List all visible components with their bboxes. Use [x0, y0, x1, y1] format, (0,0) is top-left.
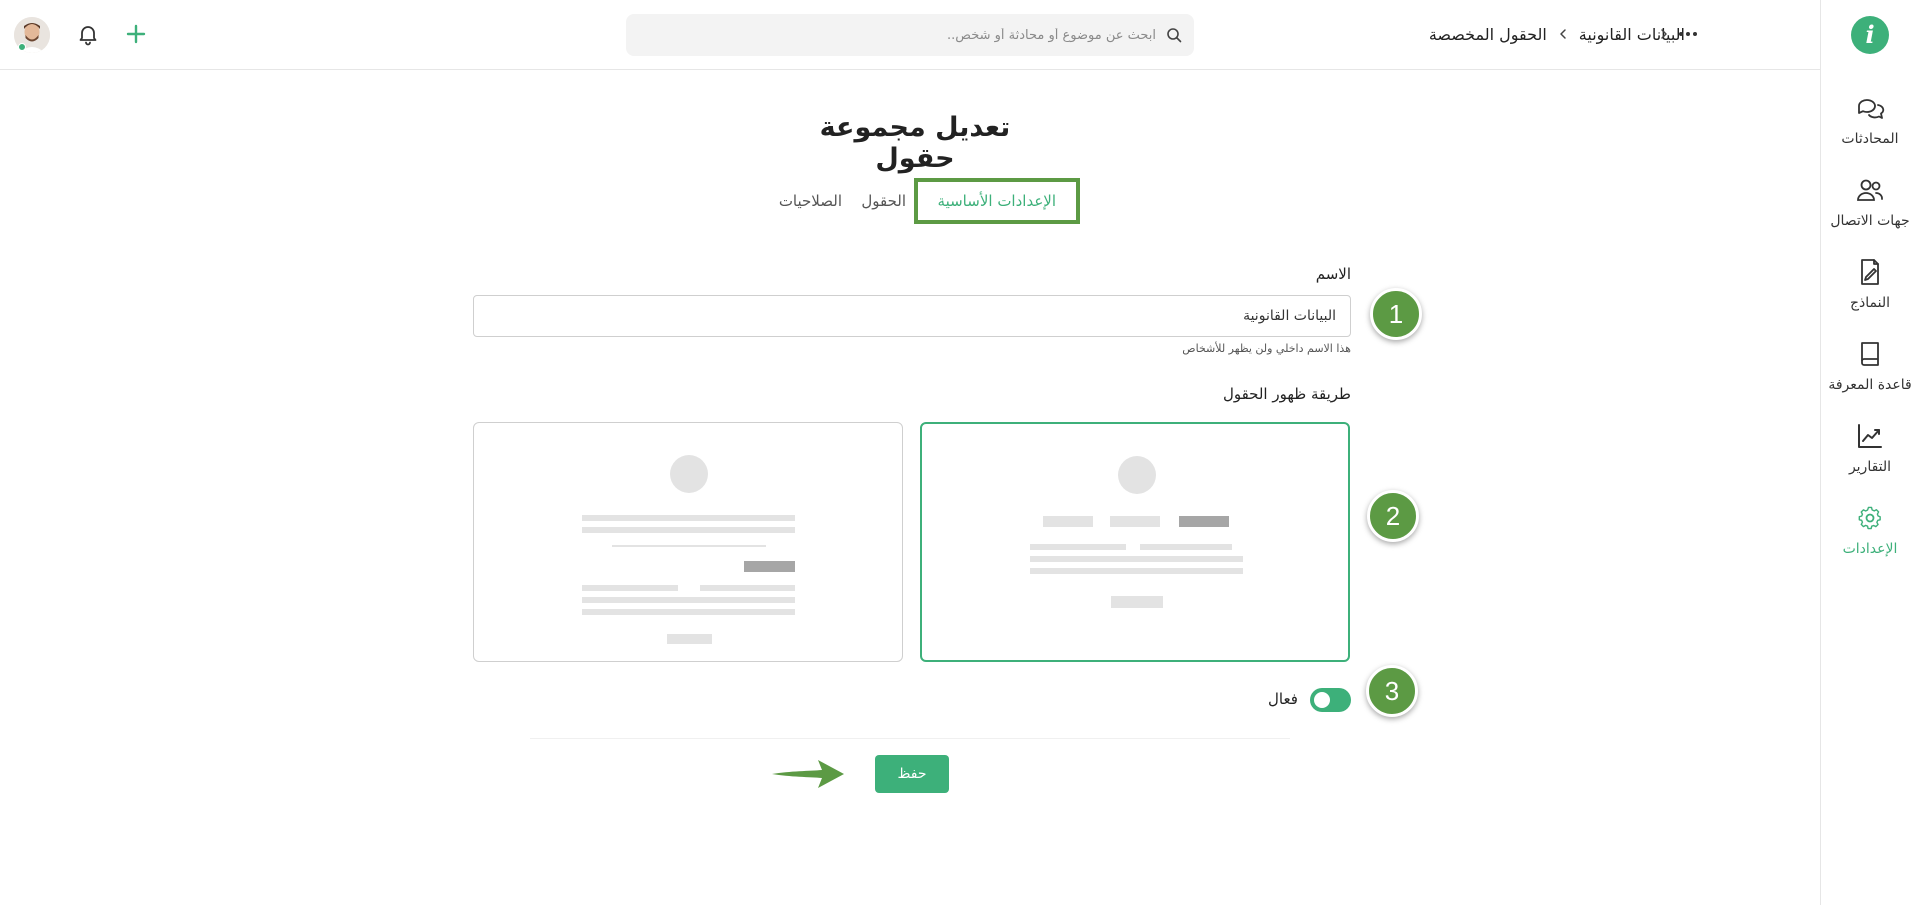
- chevron-left-icon: [1661, 29, 1667, 39]
- chevron-left-icon: [1560, 29, 1566, 39]
- preview-line-placeholder: [1140, 544, 1232, 550]
- sidebar-item-label: جهات الاتصال: [1830, 213, 1910, 229]
- preview-heading-placeholder: [744, 561, 795, 572]
- page-title: تعديل مجموعة حقول: [819, 112, 1011, 174]
- layout-option-stacked[interactable]: [473, 422, 903, 662]
- search-icon: [1167, 28, 1182, 43]
- sidebar-item-label: المحادثات: [1841, 131, 1899, 147]
- preview-line-placeholder: [582, 609, 795, 615]
- sidebar-item-forms[interactable]: النماذج: [1820, 257, 1920, 327]
- breadcrumb: الحقول المخصصة البيانات القانونية: [1429, 22, 1685, 46]
- gear-icon: [1858, 506, 1881, 530]
- annotation-marker-2: 2: [1367, 490, 1419, 542]
- sidebar-item-settings[interactable]: الإعدادات: [1820, 503, 1920, 573]
- preview-avatar-placeholder: [670, 455, 708, 493]
- preview-line-placeholder: [1030, 556, 1243, 562]
- more-dots-icon[interactable]: [1676, 22, 1700, 46]
- plus-icon[interactable]: [124, 22, 148, 46]
- sidebar-item-reports[interactable]: التقارير: [1820, 421, 1920, 491]
- logo-letter: i: [1865, 20, 1875, 49]
- preview-avatar-placeholder: [1118, 456, 1156, 494]
- save-button[interactable]: حفظ: [875, 755, 949, 793]
- preview-tab-placeholder: [1043, 516, 1093, 527]
- preview-line-placeholder: [700, 585, 795, 591]
- preview-tab-placeholder: [1110, 516, 1160, 527]
- preview-line-placeholder: [1030, 544, 1126, 550]
- annotation-marker-3: 3: [1366, 665, 1418, 717]
- preview-button-placeholder: [667, 634, 712, 644]
- arrow-right-icon: [772, 760, 844, 788]
- name-hint: هذا الاسم داخلي ولن يظهر للأشخاص: [1182, 342, 1351, 355]
- tab-bar: الإعدادات الأساسية الحقول الصلاحيات: [760, 178, 1080, 224]
- sidebar-item-label: الإعدادات: [1842, 541, 1898, 557]
- app-logo[interactable]: i: [1851, 16, 1889, 54]
- book-icon: [1861, 342, 1879, 366]
- toggle-knob: [1314, 692, 1330, 708]
- search-input[interactable]: [656, 14, 1156, 56]
- contacts-icon: [1857, 179, 1883, 201]
- sidebar-item-label: قاعدة المعرفة: [1828, 377, 1912, 393]
- preview-line-placeholder: [1030, 568, 1243, 574]
- annotation-marker-1: 1: [1370, 288, 1422, 340]
- layout-label: طريقة ظهور الحقول: [1222, 385, 1351, 403]
- forms-icon: [1861, 259, 1879, 285]
- sidebar-item-knowledge-base[interactable]: قاعدة المعرفة: [1820, 339, 1920, 409]
- sidebar-item-label: التقارير: [1848, 459, 1892, 475]
- preview-line-placeholder: [582, 597, 795, 603]
- preview-line-placeholder: [582, 527, 795, 533]
- tab-permissions[interactable]: الصلاحيات: [779, 178, 842, 224]
- chart-icon: [1858, 424, 1882, 448]
- preview-divider-placeholder: [612, 545, 766, 547]
- top-header: الحقول المخصصة البيانات القانونية: [0, 0, 1820, 70]
- preview-active-tab-placeholder: [1179, 516, 1229, 527]
- sidebar-item-contacts[interactable]: جهات الاتصال: [1820, 175, 1920, 245]
- chat-icon: [1858, 99, 1885, 119]
- preview-line-placeholder: [582, 585, 678, 591]
- active-label: فعال: [1268, 690, 1298, 708]
- tab-basic-settings[interactable]: الإعدادات الأساسية: [913, 178, 1080, 224]
- online-status-dot: [18, 43, 26, 51]
- preview-button-placeholder: [1111, 596, 1163, 608]
- bell-icon[interactable]: [76, 22, 100, 46]
- global-search: [626, 14, 1194, 56]
- sidebar-item-conversations[interactable]: المحادثات: [1820, 93, 1920, 163]
- layout-option-tabs[interactable]: [920, 422, 1350, 662]
- active-toggle[interactable]: [1310, 688, 1351, 712]
- breadcrumb-custom-fields[interactable]: الحقول المخصصة: [1429, 25, 1547, 44]
- preview-line-placeholder: [582, 515, 795, 521]
- form-divider: [530, 738, 1290, 739]
- main-sidebar: i المحادثات جهات الاتصال النماذج قاعدة ا…: [1820, 0, 1920, 905]
- name-field[interactable]: [473, 295, 1351, 337]
- sidebar-item-label: النماذج: [1849, 295, 1890, 311]
- tab-fields[interactable]: الحقول: [861, 178, 906, 224]
- name-label: الاسم: [1315, 265, 1351, 283]
